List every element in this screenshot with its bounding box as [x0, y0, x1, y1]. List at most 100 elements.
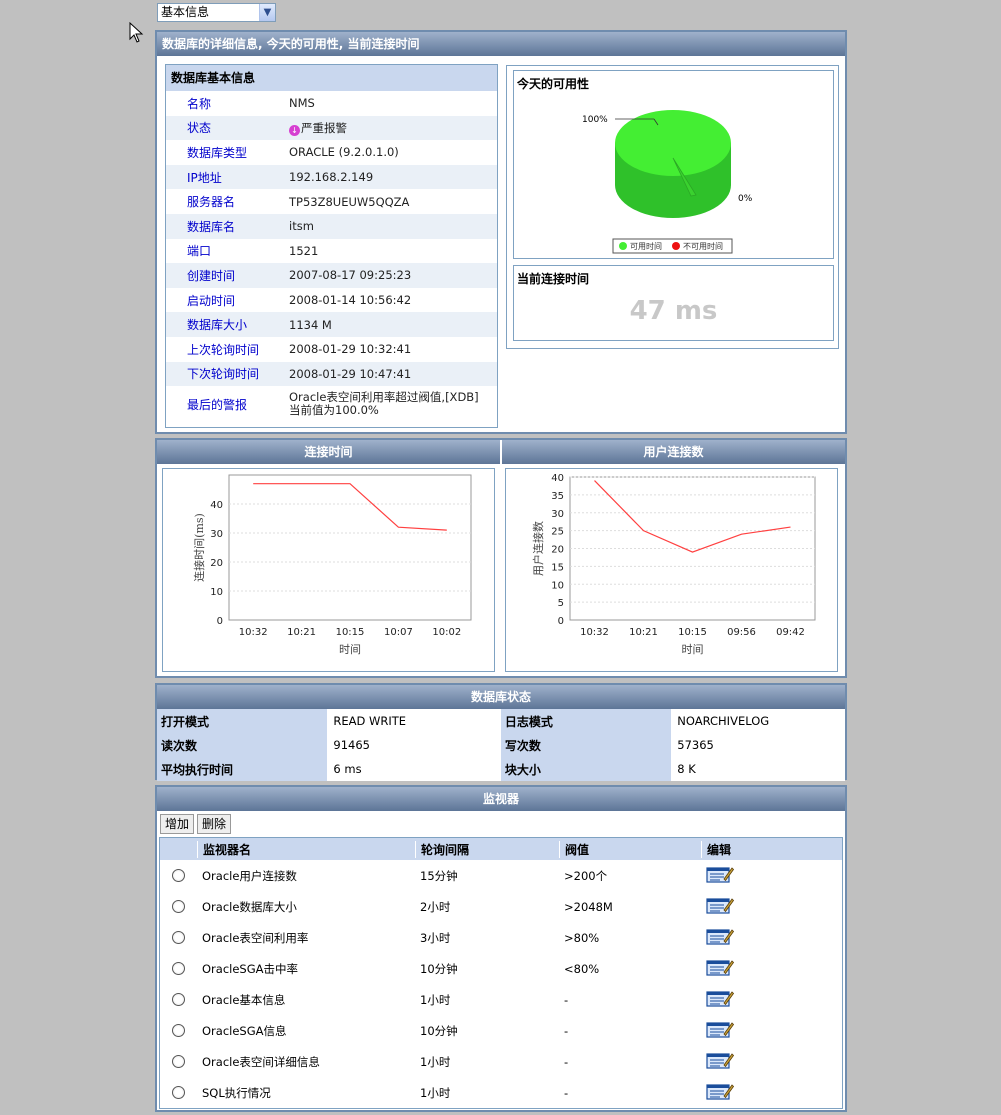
monitor-name: Oracle表空间详细信息	[202, 1054, 320, 1069]
connection-time-chart: 0 10 20 30 40 10:32 10:21 10:15 10:07 10:02 时间 连接时间…	[193, 474, 472, 656]
y-tick-label: 10	[210, 587, 223, 598]
edit-icon[interactable]	[706, 960, 735, 979]
edit-icon[interactable]	[706, 1053, 735, 1072]
add-monitor-button[interactable]: 增加	[160, 814, 195, 834]
edit-icon[interactable]	[706, 867, 735, 886]
info-label: 启动时间	[187, 293, 236, 308]
edit-icon[interactable]	[706, 1022, 735, 1041]
monitor-threshold: >200个	[564, 868, 608, 883]
y-tick-label: 30	[210, 529, 223, 540]
label-unavailable: 0%	[738, 194, 753, 204]
col-edit: 编辑	[701, 840, 842, 858]
pie-slice-available	[615, 110, 731, 176]
info-label: 最后的警报	[187, 397, 248, 412]
edit-icon[interactable]	[706, 991, 735, 1010]
availability-pie-chart: 100% 0% 可用时间 不可用时间	[582, 110, 753, 254]
status-row: 打开模式 READ WRITE 日志模式 NOARCHIVELOG	[157, 709, 845, 733]
delete-monitor-button[interactable]: 删除	[197, 814, 232, 834]
monitor-row: OracleSGA信息 10分钟 -	[160, 1015, 842, 1046]
user-connections-chart: 0 5 10 15 20 25 30 35 40 10:32 10:21 10:15 09:56 09:4…	[531, 473, 816, 656]
monitor-name: Oracle数据库大小	[202, 899, 297, 914]
info-label: IP地址	[187, 170, 222, 185]
monitor-row: SQL执行情况 1小时 -	[160, 1077, 842, 1108]
info-row-status: 状态 ↓ 严重报警	[166, 115, 497, 141]
monitor-threshold: -	[564, 1054, 569, 1069]
x-tick-label: 10:15	[336, 627, 365, 638]
charts-panel: 连接时间 用户连接数 0 10 20 30 40 10:32 10:21 10:15 10:07…	[155, 438, 847, 678]
info-value: 2007-08-17 09:25:23	[289, 268, 412, 283]
last-alert-line1: Oracle表空间利用率超过阀值,[XDB]	[289, 390, 479, 405]
edit-icon[interactable]	[706, 1084, 735, 1103]
edit-icon[interactable]	[706, 929, 735, 948]
monitors-table-header: 监视器名 轮询间隔 阀值 编辑	[160, 838, 842, 860]
status-key: 打开模式	[157, 709, 328, 733]
info-value: itsm	[289, 219, 314, 234]
info-label: 下次轮询时间	[187, 367, 260, 382]
monitor-radio[interactable]	[172, 1086, 185, 1099]
plot-area	[228, 474, 472, 621]
info-value: 192.168.2.149	[289, 170, 374, 185]
monitor-radio[interactable]	[172, 993, 185, 1006]
x-axis-label: 时间	[339, 643, 361, 656]
x-tick-label: 10:02	[432, 627, 461, 638]
col-poll-interval: 轮询间隔	[415, 840, 559, 858]
chevron-down-icon[interactable]: ▼	[259, 4, 275, 21]
edit-icon[interactable]	[706, 898, 735, 917]
info-label: 数据库大小	[187, 318, 248, 333]
x-tick-label: 10:32	[239, 627, 268, 638]
info-row-size: 数据库大小 1134 M	[166, 312, 497, 337]
y-axis-label: 用户连接数	[531, 521, 545, 576]
view-select[interactable]: 基本信息 ▼	[157, 3, 276, 22]
monitor-radio[interactable]	[172, 962, 185, 975]
monitor-radio[interactable]	[172, 869, 185, 882]
monitor-interval: 15分钟	[420, 868, 458, 883]
view-select-value: 基本信息	[161, 5, 210, 19]
monitor-row: Oracle基本信息 1小时 -	[160, 984, 842, 1015]
info-label: 数据库类型	[187, 145, 248, 160]
status-key: 日志模式	[500, 709, 672, 733]
monitor-row: Oracle用户连接数 15分钟 >200个	[160, 860, 842, 891]
status-value: NOARCHIVELOG	[671, 709, 845, 733]
info-row-ip: IP地址 192.168.2.149	[166, 164, 497, 190]
monitor-name: SQL执行情况	[202, 1085, 271, 1100]
monitor-interval: 10分钟	[420, 1023, 458, 1038]
x-tick-label: 10:21	[287, 627, 316, 638]
last-alert-line2: 当前值为100.0%	[289, 403, 379, 418]
info-value: 1521	[289, 243, 319, 258]
info-row-port: 端口 1521	[166, 239, 497, 264]
label-available: 100%	[582, 115, 608, 125]
monitor-radio[interactable]	[172, 1055, 185, 1068]
monitor-name: OracleSGA信息	[202, 1023, 287, 1038]
info-row-created: 创建时间 2007-08-17 09:25:23	[166, 263, 497, 288]
monitor-threshold: -	[564, 992, 569, 1007]
info-row-last-poll: 上次轮询时间 2008-01-29 10:32:41	[166, 337, 497, 362]
monitor-radio[interactable]	[172, 900, 185, 913]
monitor-radio[interactable]	[172, 1024, 185, 1037]
db-status-title: 数据库状态	[157, 685, 845, 709]
monitor-name: OracleSGA击中率	[202, 961, 298, 976]
monitor-interval: 1小时	[420, 1085, 451, 1100]
connection-time-box: 当前连接时间 47 ms	[513, 265, 834, 341]
chart-title-user-connections: 用户连接数	[502, 440, 845, 464]
y-tick-label: 30	[551, 509, 564, 520]
monitor-name: Oracle表空间利用率	[202, 930, 309, 945]
db-status-panel: 数据库状态 打开模式 READ WRITE 日志模式 NOARCHIVELOG …	[155, 683, 847, 781]
y-tick-label: 40	[210, 500, 223, 511]
status-text: 严重报警	[301, 120, 347, 135]
status-value: 91465	[327, 733, 501, 757]
y-tick-label: 20	[210, 558, 223, 569]
info-row-db-name: 数据库名 itsm	[166, 213, 497, 239]
monitor-threshold: >80%	[564, 930, 600, 945]
monitor-row: Oracle数据库大小 2小时 >2048M	[160, 891, 842, 922]
status-value: READ WRITE	[327, 709, 501, 733]
info-value: ↓ 严重报警	[289, 120, 497, 136]
detail-panel: 数据库的详细信息, 今天的可用性, 当前连接时间 数据库基本信息 名称 NMS …	[155, 30, 847, 434]
monitor-interval: 1小时	[420, 1054, 451, 1069]
col-threshold: 阀值	[559, 840, 701, 858]
monitor-name: Oracle用户连接数	[202, 868, 297, 883]
monitor-radio[interactable]	[172, 931, 185, 944]
availability-box: 今天的可用性 100% 0% 可用时间 不可用时间	[513, 70, 834, 259]
info-label: 名称	[187, 96, 212, 111]
x-tick-label: 10:07	[384, 627, 413, 638]
info-label: 端口	[187, 244, 212, 259]
